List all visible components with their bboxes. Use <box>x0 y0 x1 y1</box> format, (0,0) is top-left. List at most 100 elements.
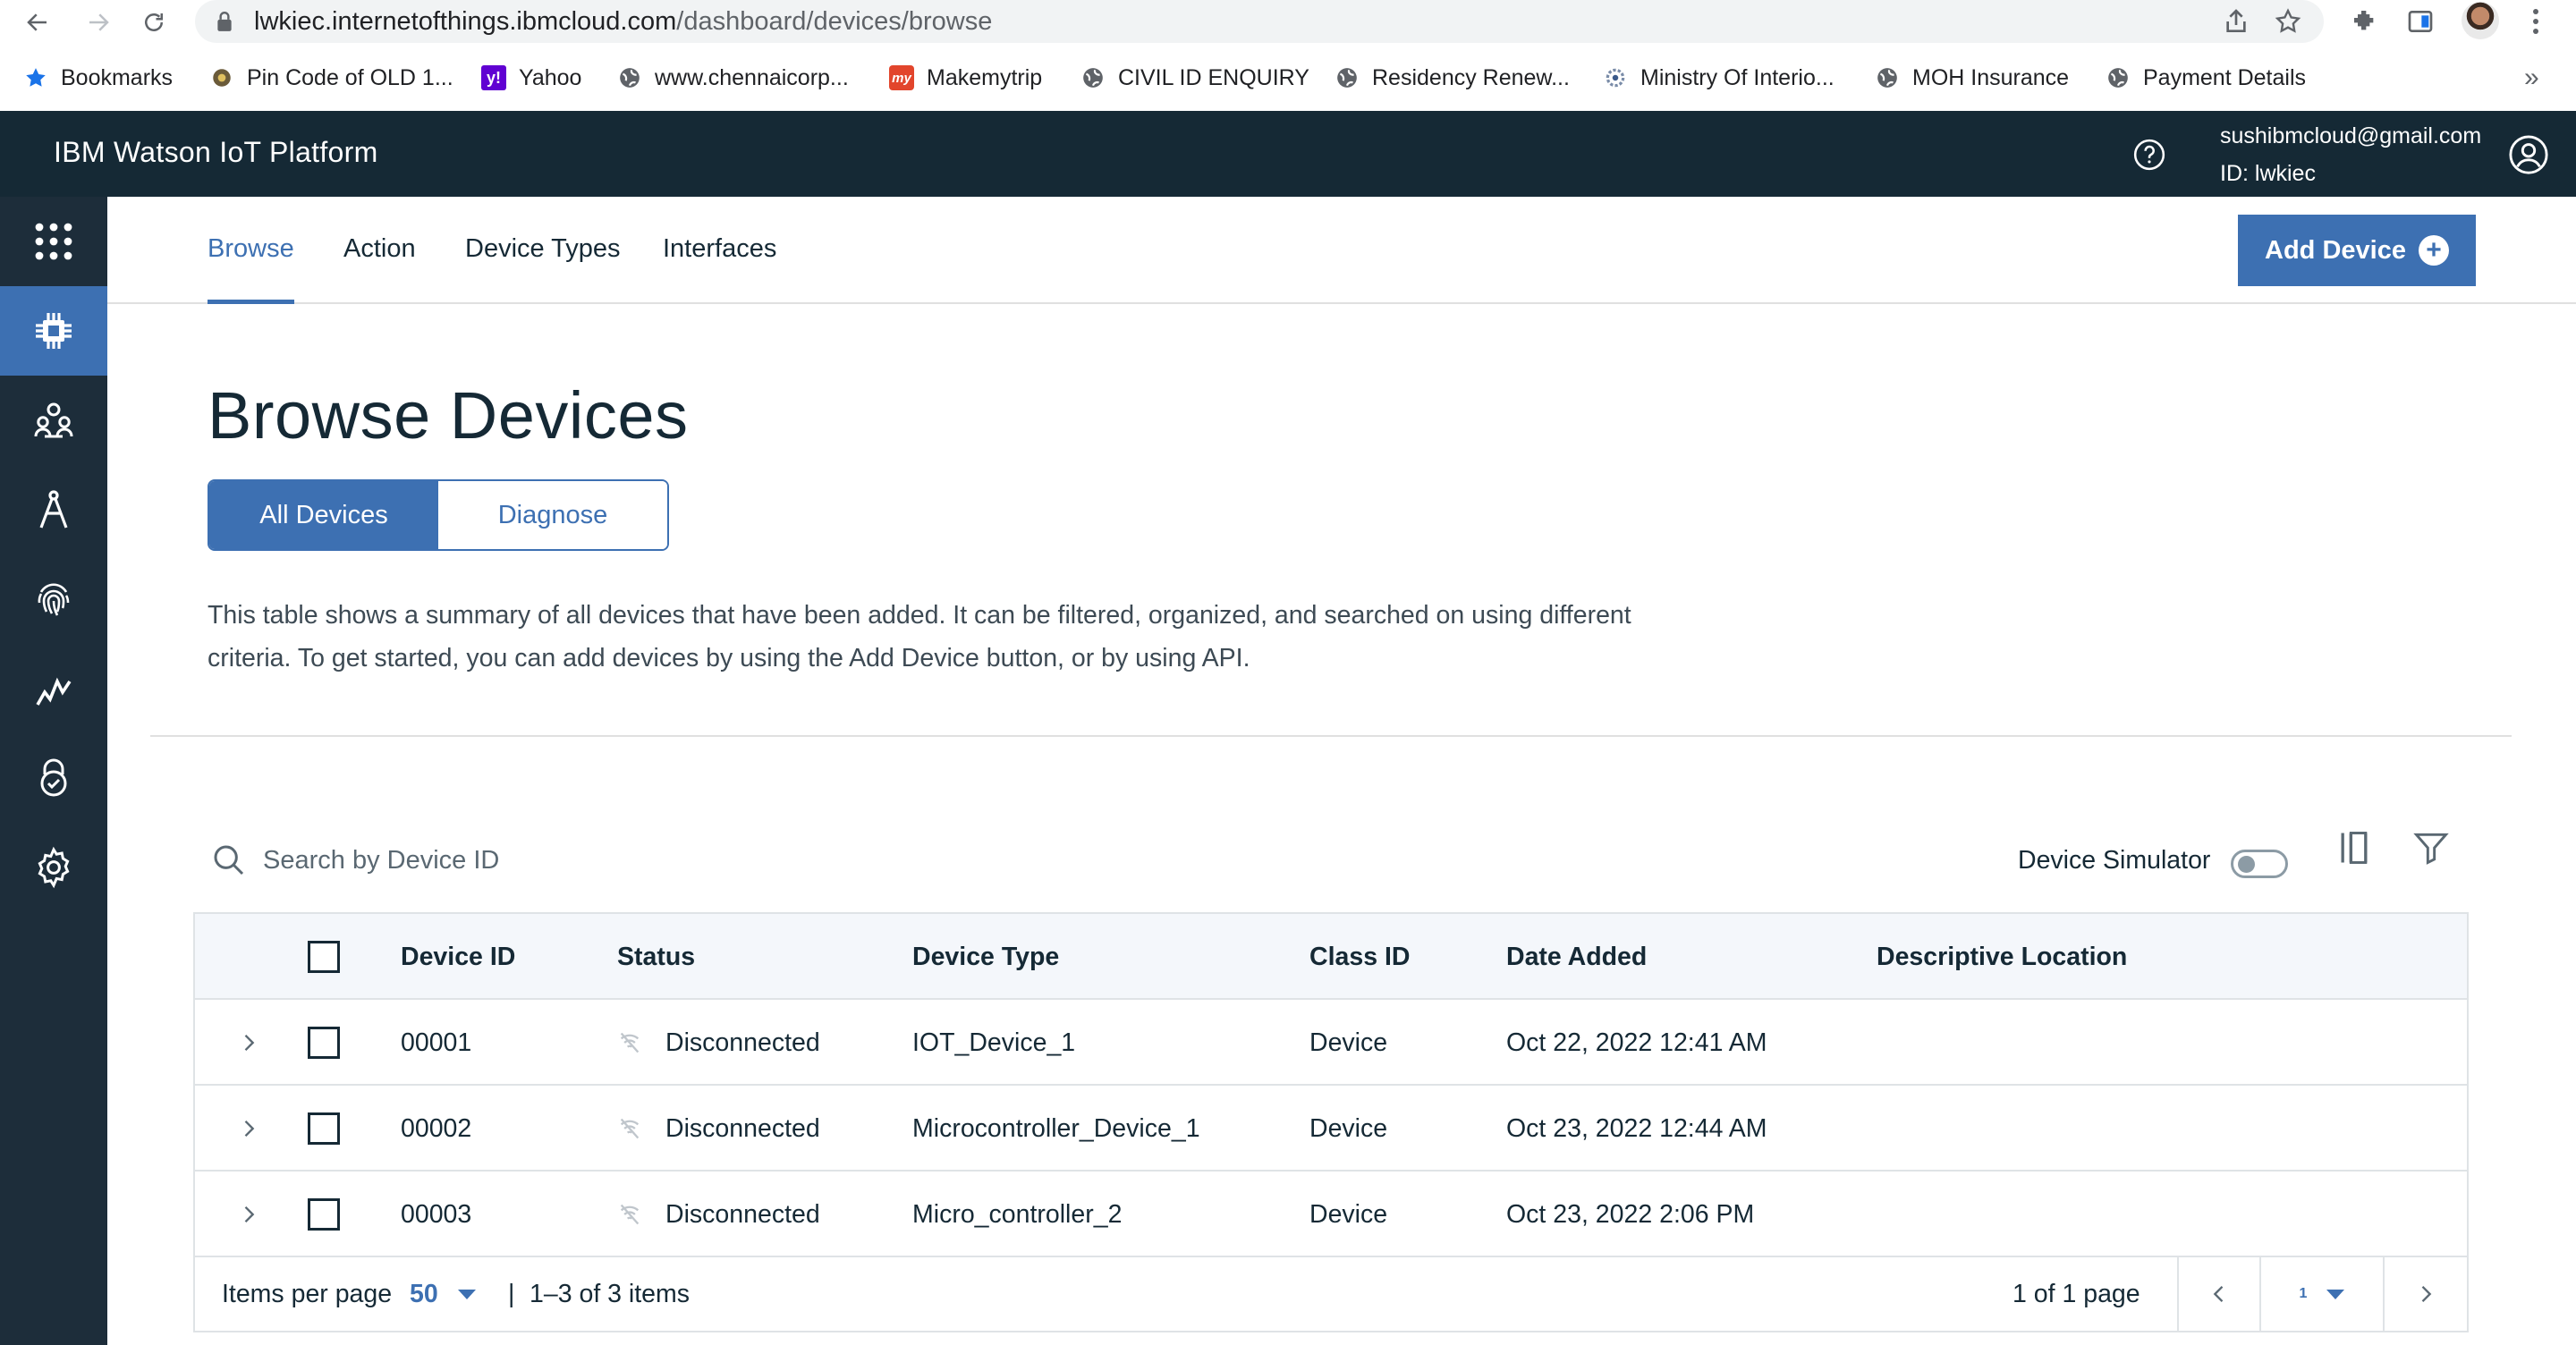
user-profile-icon[interactable] <box>2508 134 2549 175</box>
tab-bar: Browse Action Device Types Interfaces Ad… <box>107 197 2576 304</box>
disconnected-icon <box>620 1118 640 1139</box>
device-type-cell: Micro_controller_2 <box>912 1199 1123 1229</box>
security-lock-icon[interactable] <box>0 733 107 823</box>
table-row[interactable]: 00002 Disconnected Microcontroller_Devic… <box>195 1086 2467 1172</box>
table-row[interactable]: 00001 Disconnected IOT_Device_1 Device O… <box>195 1000 2467 1086</box>
bookmark-item[interactable]: www.chennaicorp... <box>617 57 849 98</box>
prev-page-button[interactable] <box>2177 1257 2259 1331</box>
view-switcher: All Devices Diagnose <box>208 479 669 551</box>
device-type-cell: Microcontroller_Device_1 <box>912 1113 1200 1143</box>
chevron-down-icon <box>2326 1289 2345 1299</box>
forward-icon[interactable] <box>80 4 116 40</box>
add-device-button[interactable]: Add Device + <box>2238 215 2476 286</box>
expand-chevron-icon[interactable] <box>236 1000 261 1086</box>
settings-gear-icon[interactable] <box>0 823 107 912</box>
apps-compass-icon[interactable] <box>0 465 107 554</box>
col-status[interactable]: Status <box>617 914 695 1000</box>
bookmark-item[interactable]: Ministry Of Interio... <box>1603 57 1835 98</box>
next-page-button[interactable] <box>2383 1257 2467 1331</box>
reload-icon[interactable] <box>136 4 172 40</box>
search-input[interactable] <box>263 839 800 882</box>
row-checkbox[interactable] <box>308 1086 340 1172</box>
expand-chevron-icon[interactable] <box>236 1086 261 1172</box>
bookmark-item[interactable]: Residency Renew... <box>1335 57 1570 98</box>
device-simulator-toggle[interactable] <box>2231 850 2288 878</box>
chevron-down-icon <box>457 1289 476 1299</box>
items-per-page-select[interactable]: 50 <box>410 1257 476 1331</box>
disconnected-icon <box>620 1204 640 1225</box>
col-class-id[interactable]: Class ID <box>1309 914 1410 1000</box>
url-text: lwkiec.internetofthings.ibmcloud.com/das… <box>254 7 993 36</box>
browser-menu-icon[interactable] <box>2522 4 2549 39</box>
expand-chevron-icon[interactable] <box>236 1172 261 1257</box>
bookmarks-bar: Bookmarks Pin Code of OLD 1... y! Yahoo … <box>0 57 2576 98</box>
items-range: 1–3 of 3 items <box>530 1279 691 1308</box>
apps-menu-icon[interactable] <box>0 197 107 286</box>
device-simulator-label: Device Simulator <box>2018 846 2211 875</box>
lock-icon <box>217 12 232 31</box>
date-added-cell: Oct 22, 2022 12:41 AM <box>1506 1028 1767 1057</box>
col-device-type[interactable]: Device Type <box>912 914 1059 1000</box>
app-title[interactable]: IBM Watson IoT Platform <box>54 136 378 169</box>
col-descriptive-location[interactable]: Descriptive Location <box>1877 914 2127 1000</box>
page-title: Browse Devices <box>208 378 689 453</box>
members-icon[interactable] <box>0 376 107 465</box>
pagination-separator: | <box>508 1279 515 1308</box>
date-added-cell: Oct 23, 2022 2:06 PM <box>1506 1199 1755 1229</box>
help-icon[interactable] <box>2132 138 2166 172</box>
tab-browse[interactable]: Browse <box>208 234 294 304</box>
col-date-added[interactable]: Date Added <box>1506 914 1647 1000</box>
analytics-chart-icon[interactable] <box>0 644 107 733</box>
bookmarks-overflow-button[interactable]: » <box>2524 57 2539 98</box>
org-id: ID: lwkiec <box>2220 161 2316 186</box>
bookmark-star-icon[interactable] <box>2274 7 2302 36</box>
col-device-id[interactable]: Device ID <box>401 914 515 1000</box>
page-select[interactable]: 1 <box>2259 1257 2383 1331</box>
device-id-cell: 00001 <box>401 1028 472 1057</box>
bookmark-item[interactable]: Payment Details <box>2106 57 2306 98</box>
site-icon <box>209 65 234 90</box>
class-id-cell: Device <box>1309 1113 1388 1143</box>
status-cell: Disconnected <box>617 1086 820 1172</box>
column-settings-icon[interactable] <box>2334 828 2374 867</box>
globe-icon <box>1875 65 1900 90</box>
profile-avatar[interactable] <box>2462 2 2499 39</box>
items-per-page-label: Items per page <box>222 1279 393 1308</box>
filter-icon[interactable] <box>2411 828 2451 867</box>
back-icon[interactable] <box>20 4 55 40</box>
fingerprint-icon[interactable] <box>0 554 107 644</box>
address-bar[interactable]: lwkiec.internetofthings.ibmcloud.com/das… <box>195 0 2324 43</box>
globe-icon <box>1080 65 1106 90</box>
tab-interfaces[interactable]: Interfaces <box>663 234 776 304</box>
diagnose-button[interactable]: Diagnose <box>438 481 667 549</box>
bookmark-item[interactable]: y! Yahoo <box>481 57 581 98</box>
tab-device-types[interactable]: Device Types <box>465 234 621 304</box>
class-id-cell: Device <box>1309 1199 1388 1229</box>
chevron-left-icon <box>2213 1286 2224 1302</box>
device-type-cell: IOT_Device_1 <box>912 1028 1076 1057</box>
row-checkbox[interactable] <box>308 1172 340 1257</box>
page-info: 1 of 1 page <box>2012 1279 2140 1308</box>
app-header: IBM Watson IoT Platform sushibmcloud@gma… <box>0 111 2576 197</box>
status-cell: Disconnected <box>617 1000 820 1086</box>
bookmark-item[interactable]: Pin Code of OLD 1... <box>209 57 453 98</box>
makemytrip-icon: my <box>889 65 914 90</box>
select-all-checkbox[interactable] <box>308 914 340 1000</box>
globe-icon <box>2106 65 2131 90</box>
share-icon[interactable] <box>2222 7 2250 36</box>
table-row[interactable]: 00003 Disconnected Micro_controller_2 De… <box>195 1172 2467 1257</box>
row-checkbox[interactable] <box>308 1000 340 1086</box>
sidepanel-icon[interactable] <box>2404 5 2436 38</box>
tab-action[interactable]: Action <box>343 234 416 304</box>
bookmark-item[interactable]: MOH Insurance <box>1875 57 2069 98</box>
yahoo-icon: y! <box>481 65 506 90</box>
extensions-icon[interactable] <box>2349 5 2381 38</box>
add-icon: + <box>2418 235 2449 266</box>
device-id-cell: 00002 <box>401 1113 472 1143</box>
bookmark-item[interactable]: my Makemytrip <box>889 57 1042 98</box>
bookmark-item[interactable]: CIVIL ID ENQUIRY <box>1080 57 1309 98</box>
all-devices-button[interactable]: All Devices <box>209 481 438 549</box>
devices-chip-icon[interactable] <box>0 286 107 376</box>
bookmark-item[interactable]: Bookmarks <box>23 57 173 98</box>
date-added-cell: Oct 23, 2022 12:44 AM <box>1506 1113 1767 1143</box>
